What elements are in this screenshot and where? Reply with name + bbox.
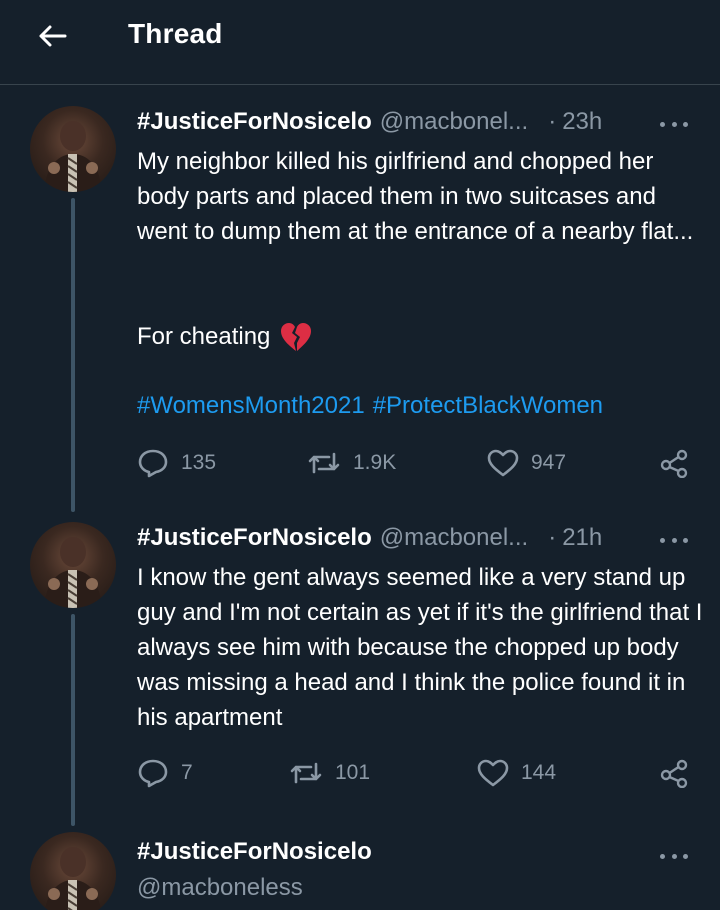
tweet-text: My neighbor killed his girlfriend and ch… (137, 148, 694, 245)
heart-icon (477, 759, 509, 787)
retweet-count: 101 (335, 761, 371, 784)
tweet-text-second: For cheating (137, 323, 271, 350)
reply-icon (138, 449, 168, 478)
user-handle[interactable]: @macbonel... (380, 108, 528, 136)
arrow-left-icon (39, 25, 67, 47)
reply-count: 135 (181, 451, 217, 474)
retweet-button[interactable]: 1.9K (307, 446, 396, 480)
tweet-separator: · (548, 524, 557, 551)
thread-connector-line (71, 614, 75, 826)
tweet-header: #JusticeForNosicelo @macbonel... · 21h (137, 524, 602, 554)
more-dot (683, 121, 688, 127)
like-count: 947 (531, 451, 567, 474)
share-button[interactable] (659, 756, 689, 790)
more-dot (671, 537, 677, 543)
avatar-image (44, 537, 102, 608)
like-button[interactable]: 947 (487, 446, 566, 480)
top-bar: Thread (0, 0, 720, 85)
more-dot (660, 853, 665, 859)
reply-icon (138, 759, 168, 788)
share-icon (660, 449, 688, 478)
more-dot (671, 121, 677, 127)
share-button[interactable] (659, 446, 689, 480)
more-options-button[interactable] (660, 114, 688, 134)
more-dot (683, 537, 688, 543)
reply-button[interactable]: 7 (137, 756, 193, 790)
hashtag-link[interactable]: #WomensMonth2021 (137, 392, 365, 419)
user-handle[interactable]: @macbonel... (380, 524, 528, 552)
retweet-count: 1.9K (353, 451, 397, 474)
display-name[interactable]: #JusticeForNosicelo (137, 838, 372, 866)
tweet-time[interactable]: 21h (562, 524, 602, 552)
tweet-separator: · (548, 108, 557, 135)
reply-count: 7 (181, 761, 193, 784)
more-dot (660, 121, 665, 127)
tweet-header: #JusticeForNosicelo (137, 838, 372, 868)
hashtags: #WomensMonth2021 #ProtectBlackWomen (137, 392, 603, 420)
like-button[interactable]: 144 (477, 756, 556, 790)
tweet-time[interactable]: 23h (562, 108, 602, 136)
thread-connector-line (71, 198, 75, 512)
avatar-image (44, 121, 102, 192)
like-count: 144 (521, 761, 557, 784)
tweet-actions: 7 101 144 (137, 756, 697, 790)
user-handle[interactable]: @macboneless (137, 874, 303, 902)
avatar[interactable] (30, 522, 116, 608)
display-name[interactable]: #JusticeForNosicelo (137, 108, 372, 136)
broken-heart-icon (281, 322, 312, 351)
tweet-text: I know the gent always seemed like a ver… (137, 564, 703, 731)
retweet-icon (308, 452, 340, 474)
tweet-header: #JusticeForNosicelo @macbonel... · 23h (137, 108, 602, 138)
tweet-text-line: For cheating (137, 319, 707, 354)
display-name[interactable]: #JusticeForNosicelo (137, 524, 372, 552)
retweet-icon (290, 762, 322, 784)
more-dot (671, 853, 677, 859)
avatar[interactable] (30, 832, 116, 910)
avatar[interactable] (30, 106, 116, 192)
tweet-header-handle-row: @macboneless (137, 874, 303, 904)
reply-button[interactable]: 135 (137, 446, 216, 480)
avatar-image (45, 847, 101, 910)
more-options-button[interactable] (660, 530, 688, 550)
back-button[interactable] (34, 20, 70, 52)
more-options-button[interactable] (660, 846, 688, 866)
heart-icon (487, 449, 519, 477)
more-dot (683, 853, 688, 859)
retweet-button[interactable]: 101 (289, 756, 370, 790)
page-title: Thread (128, 18, 223, 49)
more-dot (660, 537, 665, 543)
hashtag-link[interactable]: #ProtectBlackWomen (373, 392, 603, 419)
share-icon (660, 759, 688, 788)
tweet-actions: 135 1.9K 947 (137, 446, 697, 480)
